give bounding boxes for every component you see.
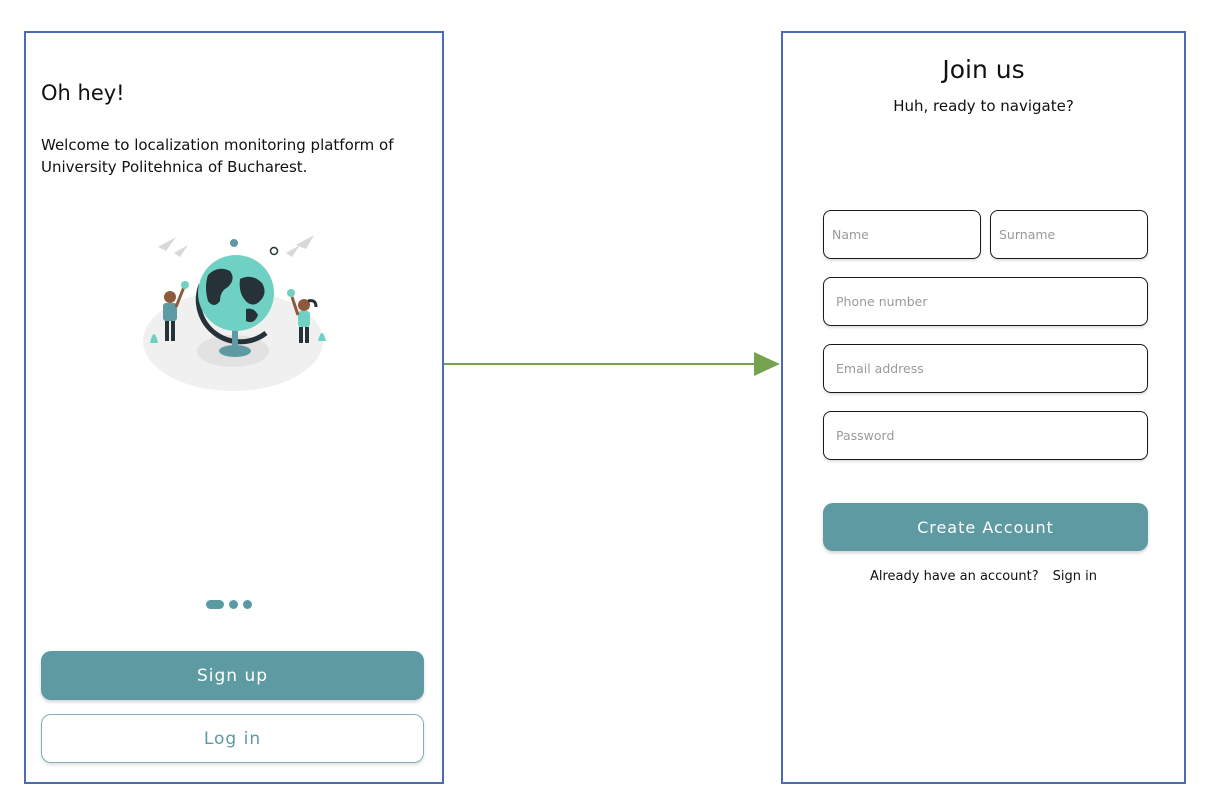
sign-in-link[interactable]: Sign in [1053,569,1097,584]
email-input[interactable] [836,361,1147,376]
page-title: Join us [942,55,1025,84]
create-account-button[interactable]: Create Account [823,503,1148,551]
welcome-text: Welcome to localization monitoring platf… [41,136,394,176]
page-subtitle: Huh, ready to navigate? [893,97,1074,115]
phone-input[interactable] [836,294,1147,309]
surname-input[interactable] [999,227,1147,242]
sign-up-button[interactable]: Sign up [41,651,424,700]
carousel-dot[interactable] [206,599,224,609]
globe-illustration-icon [136,223,336,398]
carousel-dot[interactable] [229,599,238,609]
phone-field[interactable] [823,277,1148,326]
password-field[interactable] [823,411,1148,460]
surname-field[interactable] [990,210,1148,259]
welcome-title: Oh hey! [41,81,125,105]
log-in-button[interactable]: Log in [41,714,424,763]
welcome-screen: Oh hey! Welcome to localization monitori… [24,31,444,784]
carousel-indicator[interactable] [206,599,252,609]
already-have-account-text: Already have an account? [869,569,1039,584]
carousel-dot[interactable] [243,599,252,609]
password-input[interactable] [836,428,1147,443]
name-field[interactable] [823,210,981,259]
name-input[interactable] [832,227,980,242]
signup-screen: Join us Huh, ready to navigate? Create A… [781,31,1186,784]
email-field[interactable] [823,344,1148,393]
sign-in-prompt: Already have an account? Sign in [783,569,1184,584]
arrow-right-icon [444,352,780,376]
